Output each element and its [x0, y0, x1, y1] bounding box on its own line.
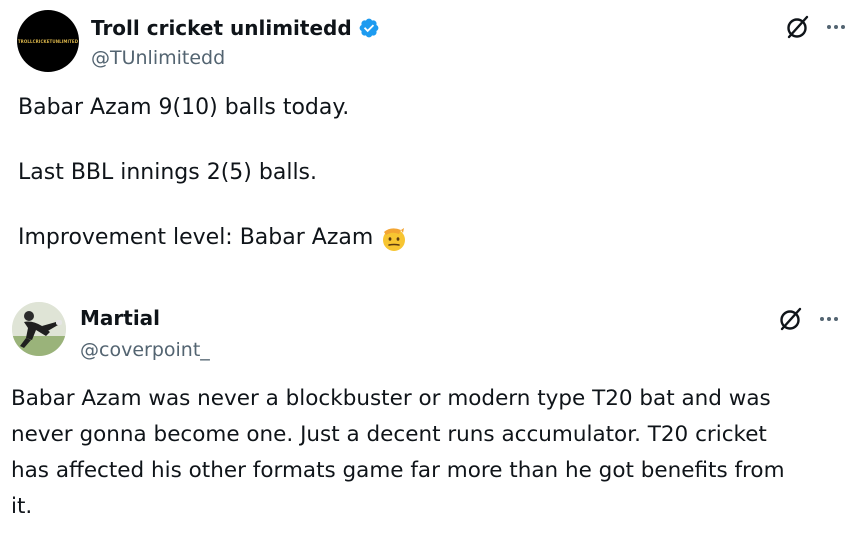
reply-tweet-card[interactable]: Martial @coverpoint_ Babar Azam was neve… — [0, 286, 864, 540]
author-row: Martial — [80, 305, 160, 331]
reply-text-line: has affected his other formats game far … — [11, 458, 785, 483]
tweet-actions — [785, 14, 847, 40]
more-icon[interactable] — [825, 16, 847, 38]
more-icon[interactable] — [818, 308, 840, 330]
verified-badge-icon — [359, 18, 379, 38]
avatar[interactable]: TROLLCRICKETUNLIMITED — [17, 10, 79, 72]
tweet-text-line: Last BBL innings 2(5) balls. — [18, 160, 318, 185]
avatar-logo-text: TROLLCRICKETUNLIMITED — [17, 38, 79, 44]
tweet-text-line: Babar Azam 9(10) balls today. — [18, 95, 350, 120]
avatar[interactable] — [12, 302, 66, 356]
author-name[interactable]: Troll cricket unlimitedd — [91, 15, 352, 41]
tweet-actions — [778, 306, 840, 332]
reply-text-line: it. — [11, 494, 33, 519]
tweet-card[interactable]: TROLLCRICKETUNLIMITED Troll cricket unli… — [0, 0, 864, 286]
author-name[interactable]: Martial — [80, 305, 160, 331]
author-handle[interactable]: @TUnlimitedd — [91, 46, 225, 70]
author-row: Troll cricket unlimitedd — [91, 15, 380, 41]
tweet-text-line: Improvement level: Babar Azam — [18, 223, 848, 253]
author-handle[interactable]: @coverpoint_ — [80, 338, 210, 362]
reply-text-line: Babar Azam was never a blockbuster or mo… — [11, 386, 771, 411]
tweet-text: Babar Azam 9(10) balls today. Last BBL i… — [18, 93, 848, 253]
reply-text-line: never gonna become one. Just a decent ru… — [11, 422, 767, 447]
avatar-photo — [12, 302, 66, 356]
grok-icon[interactable] — [778, 306, 804, 332]
saluting-face-icon — [383, 228, 406, 251]
tweet-text-line-content: Improvement level: Babar Azam — [18, 225, 374, 250]
grok-icon[interactable] — [785, 14, 811, 40]
reply-text: Babar Azam was never a blockbuster or mo… — [11, 381, 851, 525]
